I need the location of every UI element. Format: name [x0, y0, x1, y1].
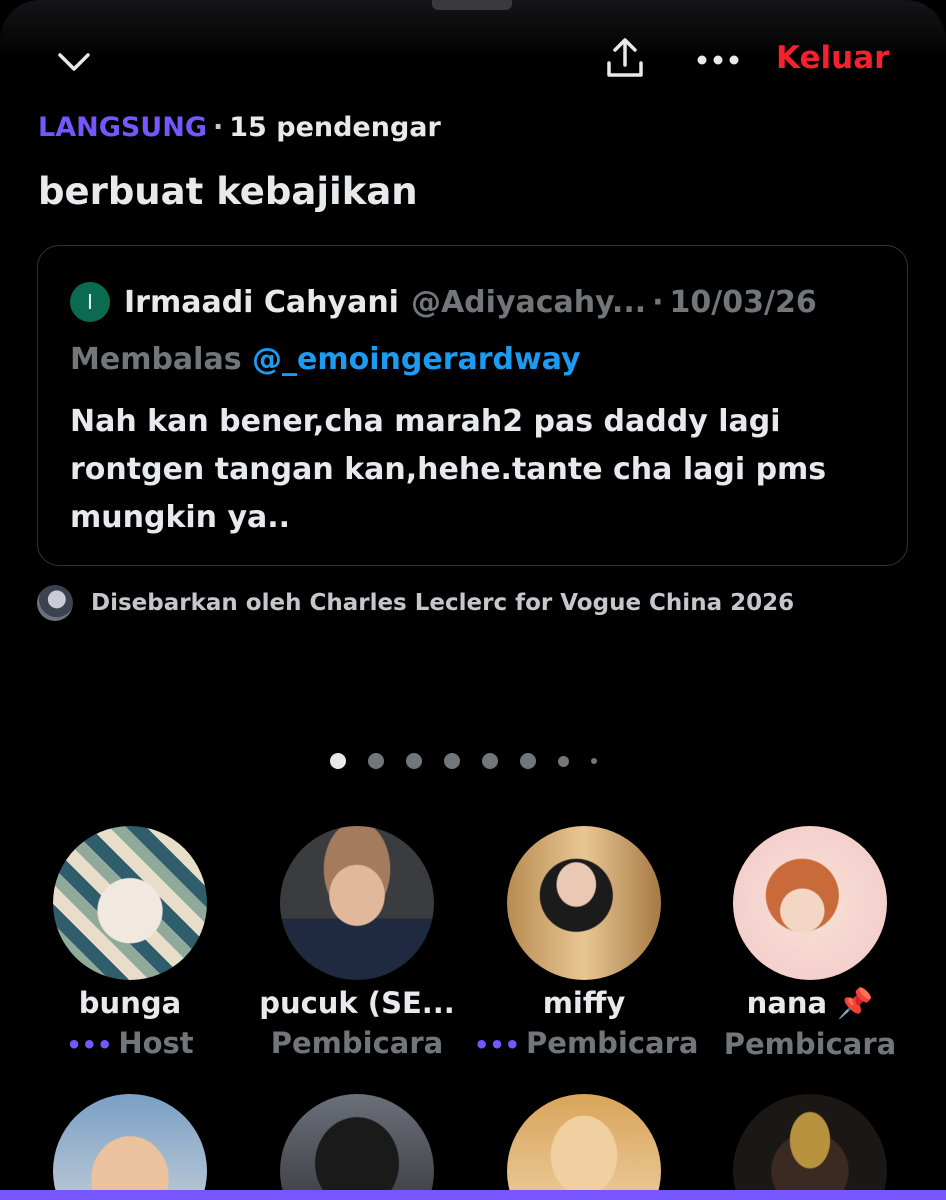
page-dot[interactable] — [368, 753, 384, 769]
participant-tile[interactable]: miffy ••• Pembicara — [474, 826, 699, 1060]
reply-prefix: Membalas — [70, 342, 242, 377]
post-date-separator: · — [652, 284, 664, 320]
participant-name: pucuk (SE... — [259, 986, 455, 1020]
live-badge: LANGSUNG — [38, 112, 207, 143]
avatar[interactable] — [733, 826, 887, 980]
role-label: Pembicara — [270, 1026, 444, 1060]
pinned-post-card[interactable]: I Irmaadi Cahyani @Adiyacahy... · 10/03/… — [37, 245, 908, 566]
participant-tile[interactable]: bunga ••• Host — [20, 826, 240, 1060]
space-status: LANGSUNG · 15 pendengar — [38, 112, 441, 143]
share-icon — [607, 38, 643, 77]
avatar[interactable] — [507, 1094, 661, 1200]
participant-tile[interactable] — [247, 1094, 467, 1200]
speaking-indicator-icon: ••• — [66, 1031, 113, 1059]
participant-name: nana 📌 — [746, 986, 874, 1020]
more-options-button[interactable] — [690, 38, 746, 82]
reply-mention-link[interactable]: @_emoingerardway — [252, 342, 581, 377]
page-dot[interactable] — [558, 755, 569, 767]
avatar[interactable] — [280, 1094, 434, 1200]
page-dot[interactable] — [406, 753, 422, 769]
shared-by-row[interactable]: Disebarkan oleh Charles Leclerc for Vogu… — [37, 585, 794, 621]
post-author-handle[interactable]: @Adiyacahy... — [411, 285, 646, 320]
participant-tile[interactable] — [20, 1094, 240, 1200]
participant-role: ••• Host — [20, 1026, 240, 1060]
shared-by-text: Disebarkan oleh Charles Leclerc for Vogu… — [91, 590, 795, 616]
role-label: Host — [118, 1026, 194, 1060]
role-label: Pembicara — [723, 1027, 897, 1061]
participant-role: Pembicara — [700, 1027, 920, 1061]
participant-tile[interactable] — [474, 1094, 694, 1200]
post-body: Nah kan bener,cha marah2 pas daddy lagi … — [70, 404, 827, 535]
participant-tile[interactable] — [700, 1094, 920, 1200]
leave-button[interactable]: Keluar — [776, 40, 889, 76]
space-sheet: Keluar LANGSUNG · 15 pendengar berbuat keb… — [0, 0, 946, 1200]
page-dot[interactable] — [520, 753, 536, 769]
avatar[interactable] — [733, 1094, 887, 1200]
page-dot[interactable] — [330, 753, 346, 769]
post-author-name[interactable]: Irmaadi Cahyani — [124, 285, 399, 320]
page-dot[interactable] — [591, 758, 597, 764]
post-author-avatar[interactable]: I — [70, 282, 110, 322]
avatar[interactable] — [507, 826, 661, 980]
space-title: berbuat kebajikan — [38, 170, 418, 213]
participant-name: bunga — [78, 986, 182, 1020]
status-separator: · — [213, 112, 224, 143]
page-indicator[interactable] — [330, 753, 619, 769]
participant-name: miffy — [542, 986, 626, 1020]
participant-tile[interactable]: pucuk (SE... Pembicara — [247, 826, 467, 1060]
minimize-button[interactable] — [50, 38, 98, 86]
bottom-accent-bar — [0, 1190, 946, 1200]
speaking-indicator-icon: ••• — [474, 1031, 521, 1059]
participant-tile[interactable]: nana 📌 Pembicara — [700, 826, 920, 1061]
sheet-grabber[interactable] — [432, 0, 512, 10]
participant-role: ••• Pembicara — [474, 1026, 699, 1060]
participant-role: Pembicara — [247, 1026, 467, 1060]
avatar[interactable] — [53, 826, 207, 980]
avatar[interactable] — [280, 826, 434, 980]
post-date: 10/03/26 — [669, 284, 817, 320]
share-button[interactable] — [598, 32, 652, 86]
reply-context: Membalas @_emoingerardway — [70, 342, 581, 377]
avatar[interactable] — [53, 1094, 207, 1200]
post-header: I Irmaadi Cahyani @Adiyacahy... · 10/03/… — [70, 282, 817, 322]
sharer-avatar — [37, 585, 73, 621]
role-label: Pembicara — [526, 1026, 699, 1060]
chevron-down-icon — [58, 53, 90, 71]
page-dot[interactable] — [482, 753, 498, 769]
page-dot[interactable] — [444, 753, 460, 769]
listener-count: 15 pendengar — [229, 112, 441, 143]
more-icon — [697, 55, 739, 65]
